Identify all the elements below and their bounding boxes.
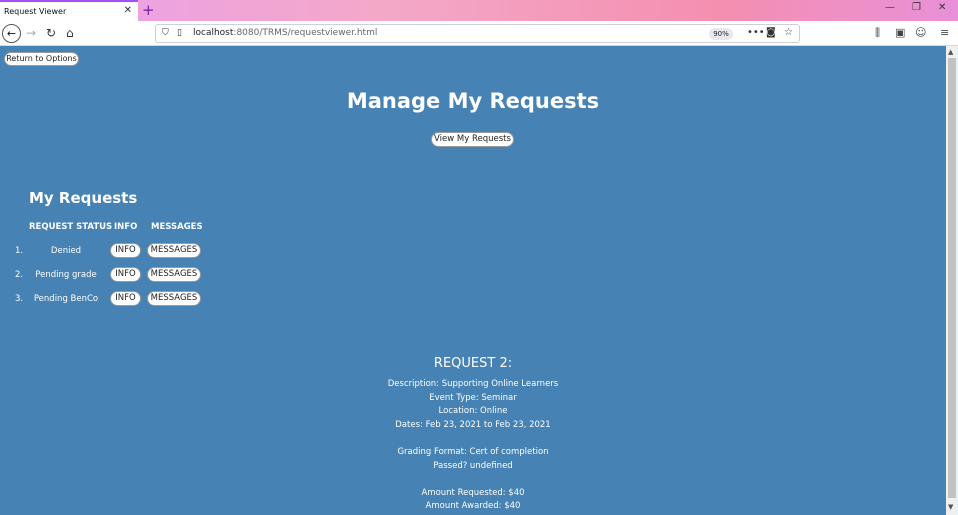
header-info: INFO — [114, 222, 138, 232]
detail-dates: Dates: Feb 23, 2021 to Feb 23, 2021 — [395, 420, 551, 430]
pocket-icon[interactable]: ◙ — [766, 27, 776, 38]
navigation-toolbar: ← → ↻ ⌂ ⛉ ▯ localhost:8080/TRMS/requestv… — [0, 21, 958, 46]
header-messages: MESSAGES — [151, 222, 203, 232]
detail-passed: Passed? undefined — [433, 461, 513, 471]
scroll-down-icon[interactable]: ▼ — [948, 503, 953, 511]
restore-icon[interactable]: ❐ — [912, 2, 921, 13]
page-actions-icon[interactable]: ••• — [747, 27, 765, 38]
detail-location: Location: Online — [438, 406, 508, 416]
home-icon[interactable]: ⌂ — [66, 25, 74, 41]
tab-strip: Request Viewer ✕ + — ❐ ✕ — [0, 0, 958, 21]
menu-icon[interactable]: ≡ — [940, 26, 949, 39]
header-request-status: REQUEST STATUS — [29, 222, 113, 232]
scroll-thumb[interactable] — [948, 58, 956, 498]
detail-amount-requested: Amount Requested: $40 — [421, 488, 525, 498]
detail-description: Description: Supporting Online Learners — [387, 379, 559, 389]
url-host: localhost — [193, 28, 234, 38]
info-button[interactable]: INFO — [110, 243, 141, 258]
shield-icon[interactable]: ⛉ — [162, 28, 169, 38]
account-icon[interactable]: ☺ — [915, 26, 926, 39]
zoom-level[interactable]: 90% — [709, 28, 733, 40]
page-icon[interactable]: ▯ — [177, 28, 182, 38]
section-title: My Requests — [29, 189, 138, 207]
row-status: Pending grade — [35, 270, 97, 280]
url-path: :8080/TRMS/requestviewer.html — [233, 28, 378, 38]
info-button[interactable]: INFO — [110, 291, 141, 306]
new-tab-icon[interactable]: + — [142, 1, 155, 19]
messages-button[interactable]: MESSAGES — [147, 243, 201, 258]
back-icon[interactable]: ← — [2, 24, 21, 43]
minimize-icon[interactable]: — — [885, 2, 895, 13]
sidebar-icon[interactable]: ▣ — [895, 26, 905, 39]
messages-button[interactable]: MESSAGES — [147, 267, 201, 282]
scroll-up-icon[interactable]: ▲ — [948, 48, 953, 56]
detail-event-type: Event Type: Seminar — [429, 393, 517, 403]
detail-amount-awarded: Amount Awarded: $40 — [425, 501, 521, 511]
messages-button[interactable]: MESSAGES — [147, 291, 201, 306]
library-icon[interactable]: ⫼ — [875, 26, 880, 40]
row-status: Denied — [50, 246, 82, 256]
bookmark-star-icon[interactable]: ☆ — [784, 27, 793, 38]
forward-icon[interactable]: → — [26, 25, 36, 41]
url-text[interactable]: localhost:8080/TRMS/requestviewer.html — [193, 28, 377, 38]
return-to-options-button[interactable]: Return to Options — [4, 52, 79, 66]
page-title: Manage My Requests — [346, 89, 600, 113]
url-bar[interactable]: ⛉ ▯ localhost:8080/TRMS/requestviewer.ht… — [155, 24, 800, 43]
info-button[interactable]: INFO — [110, 267, 141, 282]
tab-request-viewer[interactable]: Request Viewer ✕ — [0, 0, 138, 21]
reload-icon[interactable]: ↻ — [46, 25, 56, 41]
tab-title: Request Viewer — [4, 7, 67, 16]
view-my-requests-button[interactable]: View My Requests — [431, 132, 514, 147]
row-status: Pending BenCo — [33, 294, 99, 304]
detail-title: REQUEST 2: — [433, 356, 513, 371]
detail-grading-format: Grading Format: Cert of completion — [397, 447, 549, 457]
close-window-icon[interactable]: ✕ — [938, 2, 946, 13]
close-tab-icon[interactable]: ✕ — [124, 5, 132, 16]
vertical-scrollbar[interactable]: ▲ ▼ — [946, 46, 958, 515]
